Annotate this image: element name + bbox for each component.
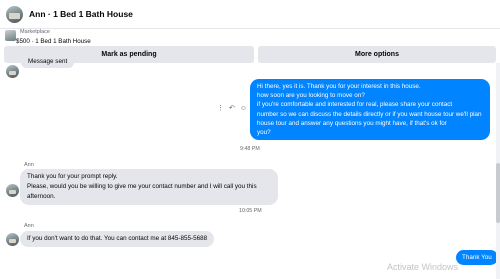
- incoming-message: Message sent: [21, 57, 75, 68]
- message-timestamp: 9:48 PM: [240, 146, 260, 152]
- message-line: If you don't want to do that. You can co…: [27, 235, 208, 242]
- message-line: Thank you for your prompt reply.: [27, 173, 118, 180]
- sender-avatar[interactable]: [6, 233, 19, 246]
- listing-avatar[interactable]: [6, 5, 23, 23]
- react-smiley-icon[interactable]: ☺: [240, 105, 247, 112]
- more-options-button[interactable]: More options: [258, 46, 496, 63]
- activate-windows-watermark: Activate Windows: [387, 262, 459, 272]
- message-line: how soon are you looking to move on?: [257, 92, 365, 100]
- sender-name: Ann: [24, 162, 34, 168]
- listing-category: Marketplace: [20, 29, 50, 35]
- message-timestamp: 10:05 PM: [239, 208, 262, 214]
- message-line: Hi there, yes it is. Thank you for your …: [257, 83, 421, 90]
- message-line: Thank You: [462, 254, 492, 261]
- listing-price-title[interactable]: $500 · 1 Bed 1 Bath House: [16, 38, 91, 45]
- outgoing-message: Thank You: [456, 250, 498, 266]
- listing-thumbnail[interactable]: [5, 30, 16, 41]
- chat-header: Ann · 1 Bed 1 Bath House: [0, 0, 500, 29]
- message-line: you?: [257, 129, 271, 137]
- message-line: number so we can discuss the details dir…: [257, 110, 482, 118]
- message-line: Please, would you be willing to give me …: [27, 183, 257, 190]
- chat-scrollbar[interactable]: [496, 63, 500, 279]
- message-text: Message sent: [28, 58, 68, 65]
- message-line: house tour and answer any questions you …: [257, 119, 447, 127]
- scrollbar-thumb[interactable]: [496, 163, 500, 223]
- more-vertical-icon[interactable]: ⋮: [217, 104, 224, 112]
- message-line: afternoon.: [27, 193, 56, 200]
- message-line: if you're comfortable and interested for…: [257, 101, 453, 109]
- sender-avatar[interactable]: [6, 65, 19, 78]
- listing-info[interactable]: Marketplace $500 · 1 Bed 1 Bath House: [0, 28, 500, 47]
- outgoing-message: Hi there, yes it is. Thank you for your …: [250, 79, 490, 141]
- listing-actions: Mark as pending More options: [4, 46, 496, 63]
- sender-name: Ann: [24, 223, 34, 229]
- sender-avatar[interactable]: [6, 184, 19, 197]
- reply-icon[interactable]: ↶: [229, 104, 235, 112]
- incoming-message: If you don't want to do that. You can co…: [20, 231, 215, 247]
- incoming-message: Thank you for your prompt reply. Please,…: [20, 169, 278, 205]
- chat-title[interactable]: Ann · 1 Bed 1 Bath House: [29, 9, 133, 19]
- message-hover-actions: ⋮ ↶ ☺: [217, 104, 247, 113]
